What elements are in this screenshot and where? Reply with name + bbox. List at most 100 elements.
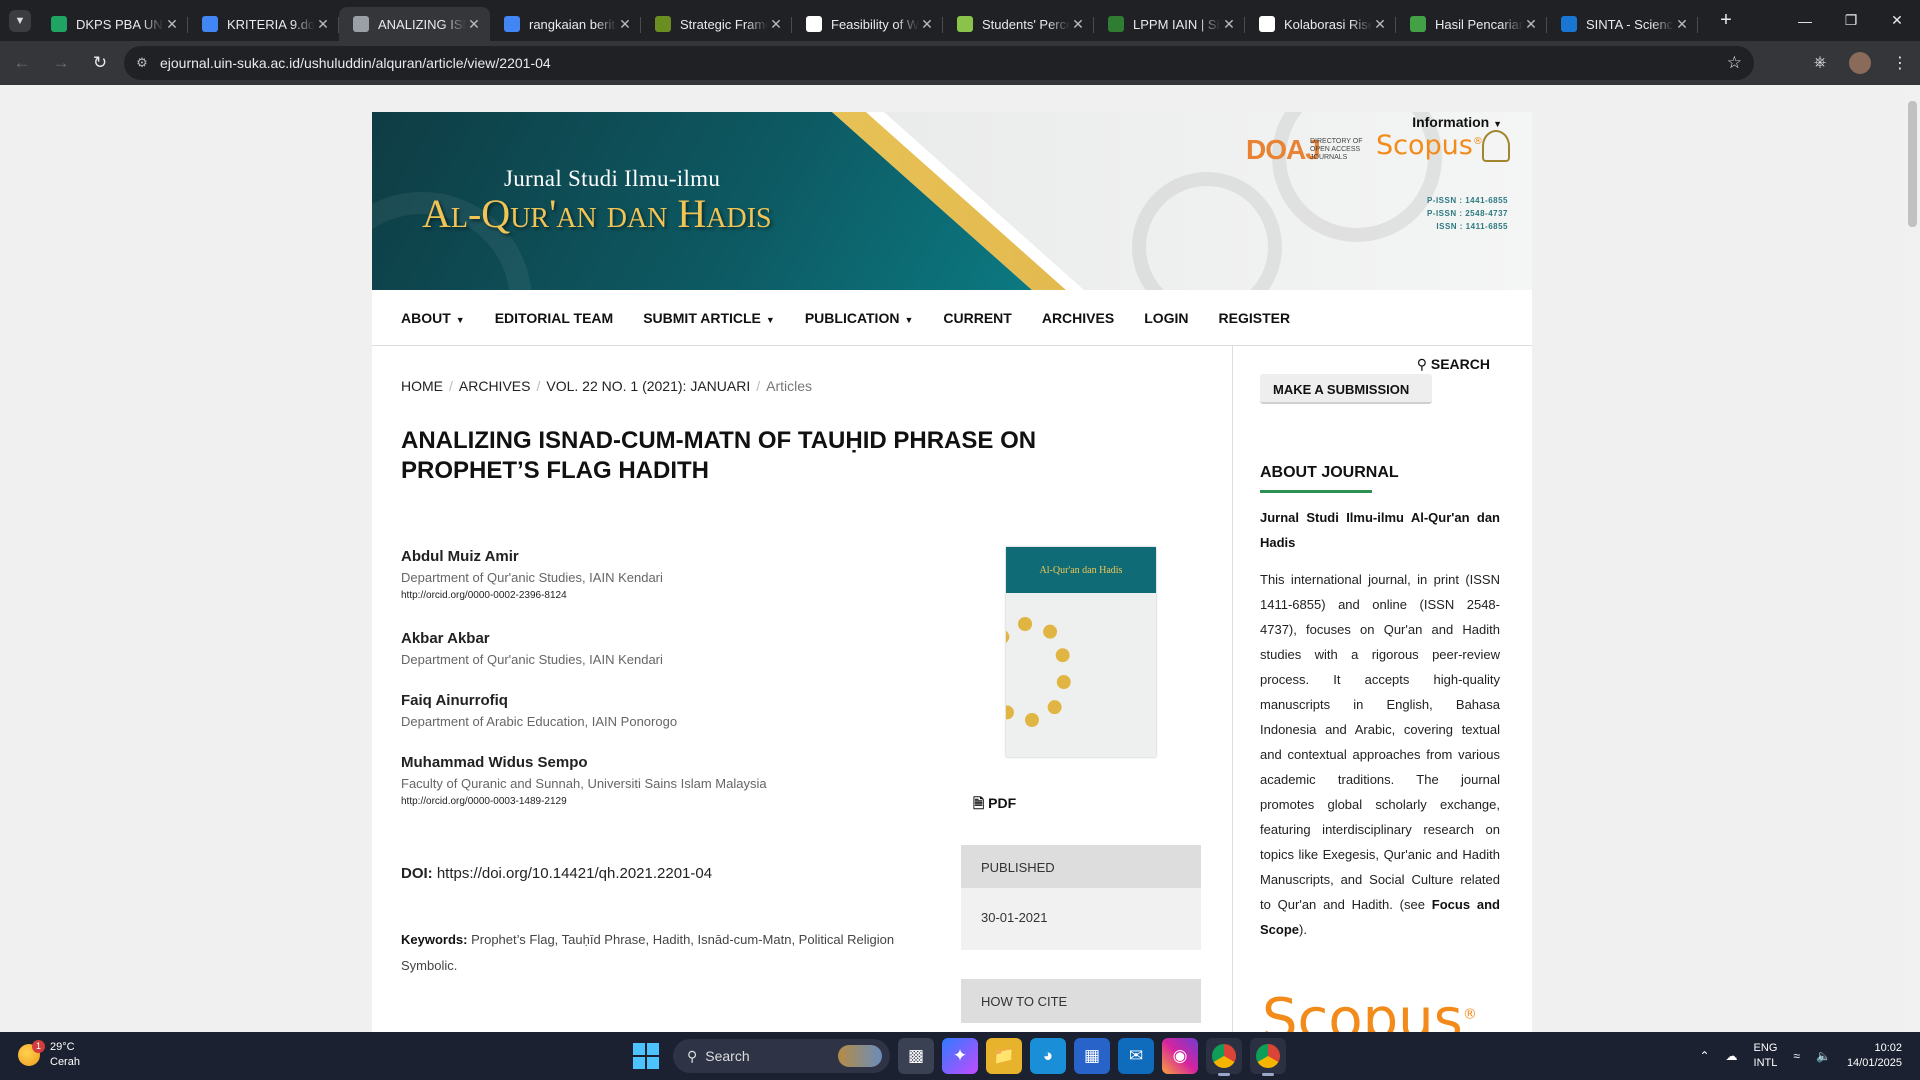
tab-title[interactable]: Feasibility of Waqf [831, 17, 919, 32]
forward-button[interactable]: → [44, 46, 78, 80]
doi-link[interactable]: https://doi.org/10.14421/qh.2021.2201-04 [437, 865, 712, 882]
author-affiliation: Department of Arabic Education, IAIN Pon… [401, 714, 678, 729]
browser-tab[interactable]: LPPM IAIN | Sistem✕ [1094, 7, 1245, 41]
issue-cover-image[interactable]: Al-Qur'an dan Hadis [1006, 547, 1156, 757]
language-indicator[interactable]: ENG INTL [1754, 1041, 1778, 1071]
journal-icon [353, 16, 369, 32]
search-link[interactable]: ⚲ SEARCH [1417, 356, 1490, 373]
taskbar-search[interactable]: ⚲ Search [673, 1039, 890, 1073]
tab-title[interactable]: LPPM IAIN | Sistem [1133, 17, 1221, 32]
scopus-sidebar-logo[interactable]: Scopus® [1262, 987, 1477, 1032]
address-bar[interactable]: ⚙ ejournal.uin-suka.ac.id/ushuluddin/alq… [124, 46, 1754, 80]
browser-tab[interactable]: Strategic Framework✕ [641, 7, 792, 41]
chrome-icon[interactable] [1206, 1038, 1242, 1076]
new-tab-button[interactable]: + [1712, 9, 1740, 32]
tab-title[interactable]: Students' Perception [982, 17, 1070, 32]
breadcrumb-archives[interactable]: ARCHIVES [459, 378, 531, 394]
windows-start-icon[interactable] [633, 1043, 659, 1069]
tab-title[interactable]: Strategic Framework [680, 17, 768, 32]
extensions-icon[interactable]: ⎈ [1800, 54, 1840, 72]
browser-tab[interactable]: Students' Perception✕ [943, 7, 1094, 41]
system-tray: ⌃ ☁ ENG INTL ≈ 🔈 10:02 14/01/2025 [1699, 1032, 1920, 1080]
author-orcid-link[interactable]: http://orcid.org/0000-0003-1489-2129 [401, 796, 767, 807]
scrollbar-thumb[interactable] [1908, 101, 1917, 227]
weather-widget[interactable]: 1 29°C Cerah [18, 1040, 80, 1070]
restore-icon[interactable]: ❐ [1828, 0, 1874, 41]
browser-tab[interactable]: Hasil Pencarian ✕ [1396, 7, 1547, 41]
tab-close-icon[interactable]: ✕ [1070, 16, 1086, 33]
tab-title[interactable]: rangkaian berita [529, 17, 617, 32]
pdf-download-link[interactable]: 🗎 PDF [973, 793, 1016, 817]
nav-current[interactable]: CURRENT [943, 310, 1011, 326]
nav-register[interactable]: REGISTER [1219, 310, 1291, 326]
browser-tab[interactable]: DKPS PBA UNU ✕ [37, 7, 188, 41]
tab-close-icon[interactable]: ✕ [919, 16, 935, 33]
browser-tab[interactable]: SINTA - Science and✕ [1547, 7, 1698, 41]
tab-title[interactable]: KRITERIA 9.docx [227, 17, 315, 32]
volume-icon[interactable]: 🔈 [1816, 1049, 1831, 1063]
browser-tab[interactable]: rangkaian berita ✕ [490, 7, 641, 41]
tab-close-icon[interactable]: ✕ [768, 16, 784, 33]
wifi-icon[interactable]: ≈ [1793, 1049, 1800, 1063]
bookmark-star-icon[interactable]: ☆ [1727, 53, 1742, 73]
nav-about[interactable]: ABOUT ▼ [401, 310, 465, 326]
browser-tab[interactable]: Kolaborasi Riset ✕ [1245, 7, 1396, 41]
site-info-icon[interactable]: ⚙ [124, 55, 160, 71]
caret-down-icon: ▼ [455, 314, 465, 325]
edge-icon[interactable]: ◕ [1030, 1038, 1066, 1074]
docs-icon [202, 16, 218, 32]
url-text[interactable]: ejournal.uin-suka.ac.id/ushuluddin/alqur… [160, 55, 551, 71]
outlook-icon[interactable]: ✉ [1118, 1038, 1154, 1074]
tab-close-icon[interactable]: ✕ [164, 16, 180, 33]
tab-close-icon[interactable]: ✕ [466, 16, 482, 33]
browser-tab[interactable]: ANALIZING ISNAD-CUM-MATN✕ [339, 7, 490, 41]
information-menu[interactable]: Information ▼ [1412, 114, 1502, 130]
chrome-profile-icon[interactable] [1250, 1038, 1286, 1076]
nav-editorial-team[interactable]: EDITORIAL TEAM [495, 310, 614, 326]
reload-button[interactable]: ↻ [83, 46, 117, 80]
page-scrollbar[interactable] [1905, 85, 1920, 1032]
weather-temp: 29°C [50, 1041, 75, 1053]
task-view-icon[interactable]: ▩ [898, 1038, 934, 1074]
tab-title[interactable]: Kolaborasi Riset [1284, 17, 1372, 32]
tab-close-icon[interactable]: ✕ [1674, 16, 1690, 33]
author-orcid-link[interactable]: http://orcid.org/0000-0002-2396-8124 [401, 590, 663, 601]
tab-title[interactable]: SINTA - Science and [1586, 17, 1674, 32]
clock[interactable]: 10:02 14/01/2025 [1847, 1041, 1902, 1071]
breadcrumb-issue[interactable]: VOL. 22 NO. 1 (2021): JANUARI [546, 378, 750, 394]
journal-banner: Jurnal Studi Ilmu-ilmu Al-Qur'an dan Had… [372, 112, 1532, 290]
nav-login[interactable]: LOGIN [1144, 310, 1188, 326]
file-explorer-icon[interactable]: 📁 [986, 1038, 1022, 1074]
browser-tab[interactable]: KRITERIA 9.docx✕ [188, 7, 339, 41]
leaf-icon [655, 16, 671, 32]
nav-submit-article[interactable]: SUBMIT ARTICLE ▼ [643, 310, 775, 326]
browser-tab[interactable]: Feasibility of Waqf✕ [792, 7, 943, 41]
browser-tab-bar: ▼ DKPS PBA UNU✕KRITERIA 9.docx✕ANALIZING… [0, 0, 1920, 41]
tab-title[interactable]: DKPS PBA UNU [76, 17, 164, 32]
nav-publication[interactable]: PUBLICATION ▼ [805, 310, 914, 326]
make-submission-button[interactable]: MAKE A SUBMISSION [1260, 374, 1432, 404]
minimize-icon[interactable]: — [1782, 0, 1828, 41]
tab-close-icon[interactable]: ✕ [617, 16, 633, 33]
chevron-up-icon[interactable]: ⌃ [1699, 1049, 1709, 1063]
tab-close-icon[interactable]: ✕ [1523, 16, 1539, 33]
browser-menu-icon[interactable]: ⋮ [1880, 53, 1920, 73]
tab-title[interactable]: Hasil Pencarian [1435, 17, 1523, 32]
tab-close-icon[interactable]: ✕ [1221, 16, 1237, 33]
tab-close-icon[interactable]: ✕ [1372, 16, 1388, 33]
tab-title[interactable]: ANALIZING ISNAD-CUM-MATN [378, 17, 466, 32]
doaj-logo[interactable]: DOAJ [1246, 134, 1321, 166]
tab-close-icon[interactable]: ✕ [315, 16, 331, 33]
shield-icon [957, 16, 973, 32]
scopus-logo[interactable]: Scopus® [1376, 130, 1483, 161]
instagram-icon[interactable]: ◉ [1162, 1038, 1198, 1074]
tab-search-menu-icon[interactable]: ▼ [9, 9, 31, 32]
copilot-icon[interactable]: ✦ [942, 1038, 978, 1074]
back-button[interactable]: ← [5, 46, 39, 80]
breadcrumb-home[interactable]: HOME [401, 378, 443, 394]
profile-avatar[interactable] [1849, 52, 1871, 74]
close-window-icon[interactable]: ✕ [1874, 0, 1920, 41]
onedrive-icon[interactable]: ☁ [1726, 1049, 1738, 1063]
store-icon[interactable]: ▦ [1074, 1038, 1110, 1074]
nav-archives[interactable]: ARCHIVES [1042, 310, 1114, 326]
